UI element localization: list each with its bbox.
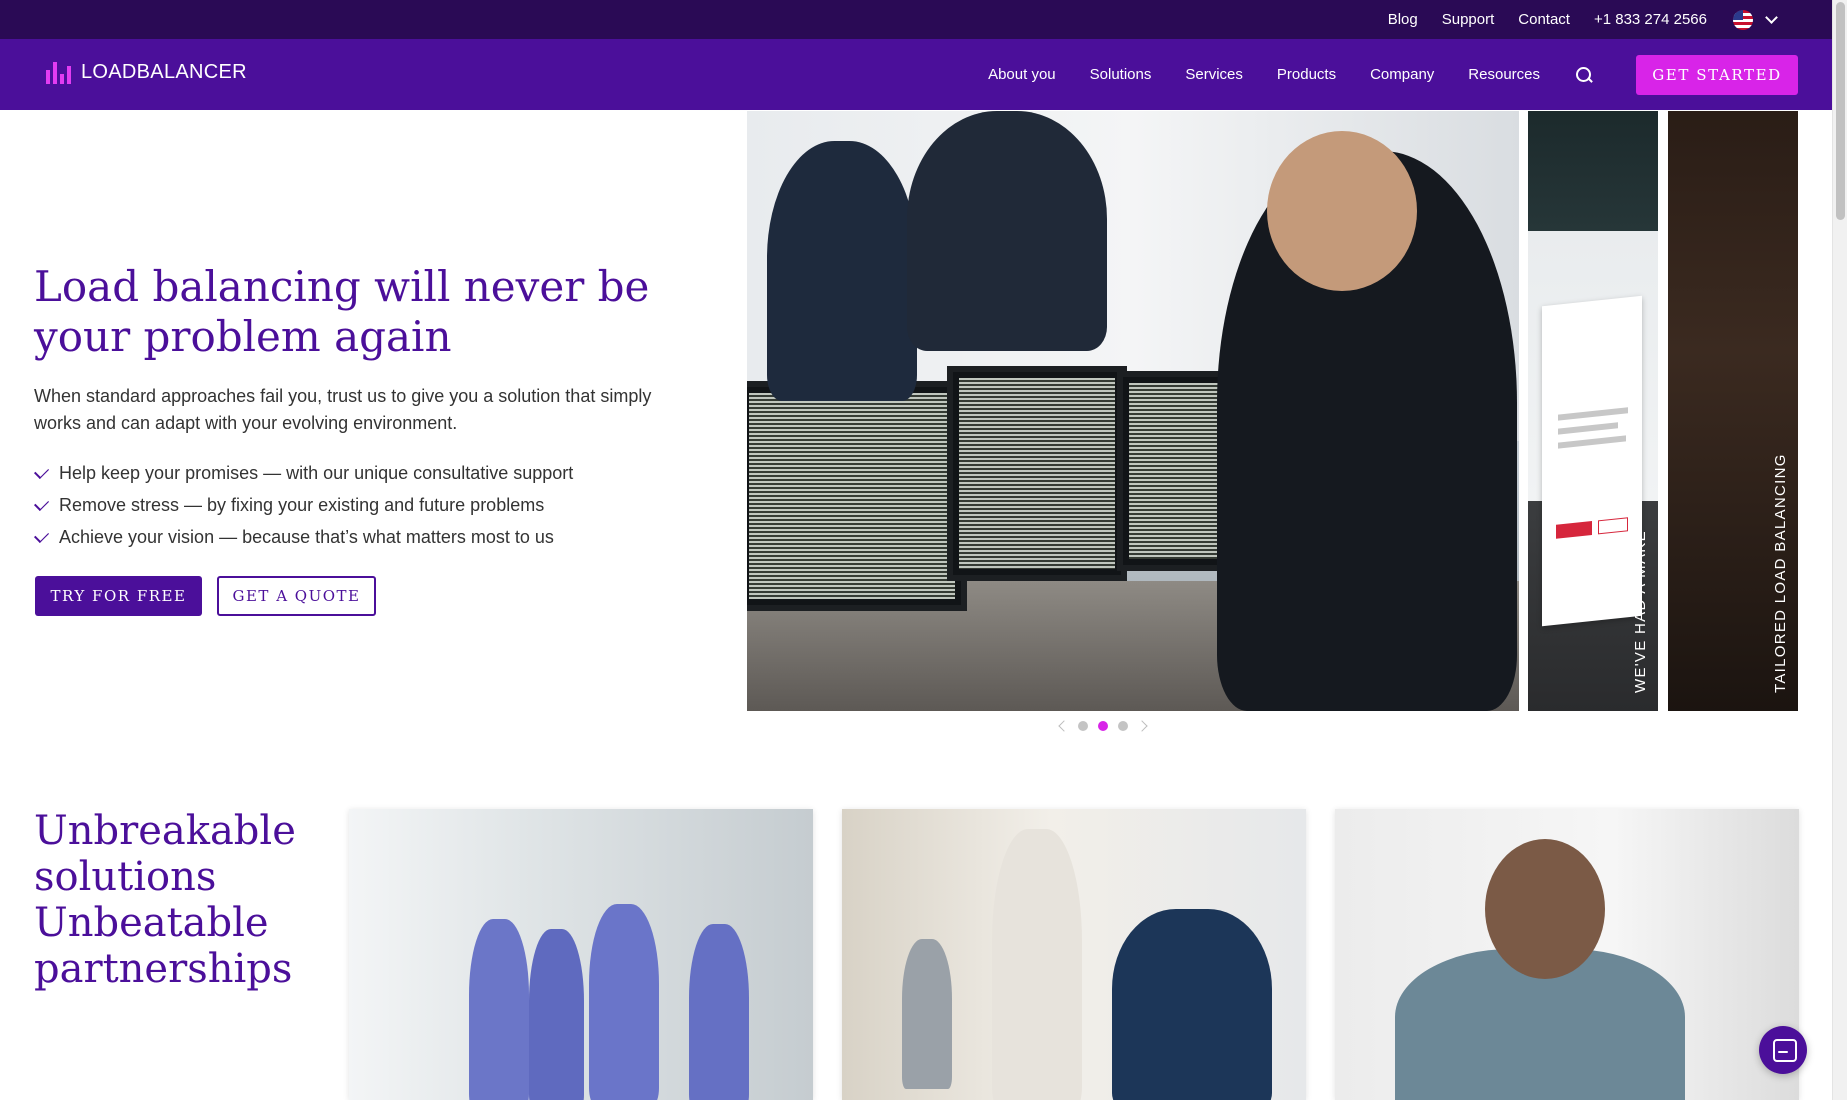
figure — [589, 904, 659, 1100]
locale-selector[interactable] — [1733, 9, 1778, 30]
carousel-slide-2[interactable]: WE'VE HAD A MAKE — [1528, 111, 1658, 711]
list-item: Remove stress — by fixing your existing … — [33, 489, 573, 521]
blog-link[interactable]: Blog — [1388, 11, 1418, 28]
chevron-right-icon[interactable] — [1136, 720, 1148, 732]
carousel-slide-3[interactable]: TAILORED LOAD BALANCING — [1668, 111, 1798, 711]
try-for-free-button[interactable]: TRY FOR FREE — [35, 576, 202, 616]
scrollbar-thumb[interactable] — [1836, 2, 1845, 220]
benefit-text: Remove stress — by fixing your existing … — [59, 494, 545, 515]
logo[interactable]: LOADBALANCER — [46, 61, 247, 84]
carousel-dot-2[interactable] — [1098, 721, 1108, 731]
monitor — [947, 366, 1127, 581]
search-icon[interactable] — [1576, 66, 1592, 83]
benefit-text: Help keep your promises — with our uniqu… — [59, 462, 574, 483]
section-title: Unbreakable solutions Unbeatable partner… — [34, 808, 296, 992]
nav-menu: About you Solutions Services Products Co… — [988, 39, 1592, 110]
chat-icon[interactable] — [1759, 1026, 1807, 1074]
figure — [902, 939, 952, 1089]
mock-page — [1542, 295, 1642, 627]
figure — [1112, 909, 1272, 1100]
benefit-text: Achieve your vision — because that’s wha… — [59, 526, 554, 547]
support-link[interactable]: Support — [1442, 11, 1495, 28]
figure — [529, 929, 584, 1100]
figure — [1485, 839, 1605, 979]
check-icon — [33, 527, 50, 543]
us-flag-icon — [1733, 9, 1753, 30]
carousel-dot-3[interactable] — [1118, 721, 1128, 731]
list-item: Achieve your vision — because that’s wha… — [33, 521, 573, 553]
hero-description: When standard approaches fail you, trust… — [34, 386, 652, 433]
solution-card-business[interactable] — [842, 809, 1306, 1100]
carousel-dot-1[interactable] — [1078, 721, 1088, 731]
logo-mark-icon — [46, 61, 71, 84]
utility-bar: Blog Support Contact +1 833 274 2566 — [0, 0, 1832, 39]
list-item: Help keep your promises — with our uniqu… — [33, 457, 574, 489]
solution-card-healthcare[interactable] — [349, 809, 813, 1100]
logo-text: LOADBALANCER — [81, 61, 247, 83]
solution-card-professional[interactable] — [1335, 809, 1799, 1100]
person — [767, 141, 917, 401]
chevron-left-icon[interactable] — [1058, 720, 1070, 732]
nav-item-products[interactable]: Products — [1277, 66, 1336, 83]
monitor — [747, 381, 967, 611]
nav-item-solutions[interactable]: Solutions — [1090, 66, 1152, 83]
nav-item-resources[interactable]: Resources — [1468, 66, 1540, 83]
slide-label: TAILORED LOAD BALANCING — [1772, 453, 1789, 693]
figure — [992, 829, 1082, 1100]
chevron-down-icon — [1765, 10, 1778, 24]
nav-item-company[interactable]: Company — [1370, 66, 1434, 83]
phone-link[interactable]: +1 833 274 2566 — [1594, 11, 1707, 28]
check-icon — [33, 463, 50, 479]
check-icon — [33, 495, 50, 511]
nav-item-about-you[interactable]: About you — [988, 66, 1056, 83]
contact-link[interactable]: Contact — [1518, 11, 1570, 28]
utility-links: Blog Support Contact +1 833 274 2566 — [1388, 0, 1778, 39]
main-nav: LOADBALANCER About you Solutions Service… — [0, 39, 1832, 110]
person — [1267, 131, 1417, 291]
slide-label: WE'VE HAD A MAKE — [1632, 530, 1649, 693]
get-a-quote-button[interactable]: GET A QUOTE — [217, 576, 376, 616]
hero-benefits-list: Help keep your promises — with our uniqu… — [33, 457, 574, 553]
hero-title: Load balancing will never be your proble… — [34, 262, 650, 361]
carousel-slide-active[interactable] — [747, 111, 1519, 711]
figure — [689, 924, 749, 1100]
scrollbar[interactable] — [1832, 0, 1847, 1100]
carousel-pagination — [1058, 720, 1148, 732]
person — [907, 111, 1107, 351]
nav-item-services[interactable]: Services — [1185, 66, 1243, 83]
get-started-button[interactable]: GET STARTED — [1636, 55, 1798, 95]
figure — [469, 919, 529, 1100]
